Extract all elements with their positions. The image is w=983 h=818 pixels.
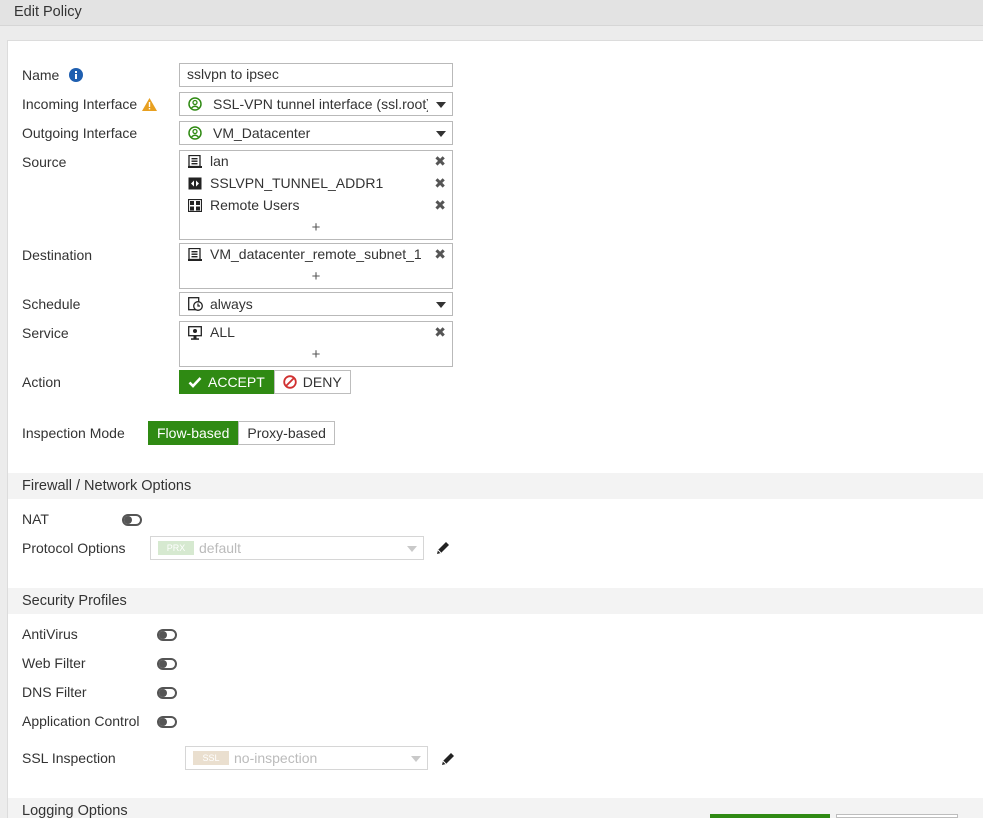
warning-icon — [142, 98, 158, 111]
checkmark-icon — [188, 377, 202, 388]
address-icon — [188, 248, 202, 261]
proxy-based-button[interactable]: Proxy-based — [238, 421, 335, 445]
info-icon[interactable] — [69, 68, 84, 82]
remove-icon[interactable]: ✖ — [434, 153, 446, 170]
firewall-network-options-section: Firewall / Network Options — [8, 473, 983, 499]
add-destination-button[interactable]: + — [180, 266, 452, 288]
protocol-options-label: Protocol Options — [22, 540, 126, 556]
inspection-mode-toggle-group: Flow-based Proxy-based — [148, 421, 335, 445]
application-control-label: Application Control — [22, 713, 140, 729]
user-group-icon — [188, 199, 202, 212]
incoming-interface-select[interactable]: SSL-VPN tunnel interface (ssl.root) — [179, 92, 453, 116]
service-icon — [188, 326, 202, 340]
address-icon — [188, 155, 202, 168]
chevron-down-icon — [436, 302, 446, 308]
add-source-button[interactable]: + — [180, 217, 452, 239]
page-title: Edit Policy — [14, 4, 82, 20]
nat-label: NAT — [22, 511, 49, 527]
source-multiselect[interactable]: lan ✖ SSLVPN_TUNNEL_ADDR1 ✖ Remote Users… — [179, 150, 453, 240]
antivirus-toggle[interactable] — [157, 629, 177, 641]
flow-based-button[interactable]: Flow-based — [148, 421, 239, 445]
cancel-button[interactable] — [836, 814, 958, 818]
policy-form: Name sslvpn to ipsec Incoming Interface … — [7, 40, 983, 818]
remove-icon[interactable]: ✖ — [434, 197, 446, 214]
source-label: Source — [22, 154, 67, 170]
source-item: Remote Users ✖ — [180, 195, 452, 217]
destination-item: VM_datacenter_remote_subnet_1 ✖ — [180, 244, 452, 266]
add-service-button[interactable]: + — [180, 344, 452, 366]
page-header: Edit Policy — [0, 0, 983, 26]
remove-icon[interactable]: ✖ — [434, 246, 446, 263]
security-profiles-section: Security Profiles — [8, 588, 983, 614]
ssl-inspection-select[interactable]: SSL no-inspection — [185, 746, 428, 770]
service-label: Service — [22, 325, 69, 341]
outgoing-interface-label: Outgoing Interface — [22, 125, 138, 141]
destination-label: Destination — [22, 247, 93, 263]
service-item: ALL ✖ — [180, 322, 452, 344]
edit-pencil-icon[interactable] — [440, 751, 456, 767]
web-filter-label: Web Filter — [22, 655, 86, 671]
schedule-label: Schedule — [22, 296, 81, 312]
chevron-down-icon — [436, 102, 446, 108]
tunnel-interface-icon — [188, 97, 202, 111]
dns-filter-label: DNS Filter — [22, 684, 87, 700]
web-filter-toggle[interactable] — [157, 658, 177, 670]
name-input[interactable]: sslvpn to ipsec — [179, 63, 453, 87]
name-label: Name — [22, 67, 84, 83]
antivirus-label: AntiVirus — [22, 626, 78, 642]
chevron-down-icon — [407, 546, 417, 552]
tunnel-interface-icon — [188, 126, 202, 140]
chevron-down-icon — [436, 131, 446, 137]
dns-filter-toggle[interactable] — [157, 687, 177, 699]
service-multiselect[interactable]: ALL ✖ + — [179, 321, 453, 367]
outgoing-interface-select[interactable]: VM_Datacenter — [179, 121, 453, 145]
inspection-mode-label: Inspection Mode — [22, 425, 125, 441]
incoming-interface-label: Incoming Interface — [22, 96, 158, 112]
proxy-tag: PRX — [158, 541, 194, 555]
action-label: Action — [22, 374, 61, 390]
ssl-inspection-label: SSL Inspection — [22, 750, 116, 766]
deny-icon — [283, 375, 297, 389]
schedule-select[interactable]: always — [179, 292, 453, 316]
nat-toggle[interactable] — [122, 514, 142, 526]
ok-button[interactable] — [710, 814, 830, 818]
deny-button[interactable]: DENY — [273, 370, 351, 394]
tunnel-address-icon — [188, 177, 202, 190]
accept-button[interactable]: ACCEPT — [179, 370, 274, 394]
edit-pencil-icon[interactable] — [435, 540, 451, 556]
application-control-toggle[interactable] — [157, 716, 177, 728]
remove-icon[interactable]: ✖ — [434, 324, 446, 341]
destination-multiselect[interactable]: VM_datacenter_remote_subnet_1 ✖ + — [179, 243, 453, 289]
schedule-icon — [188, 297, 203, 311]
protocol-options-select[interactable]: PRX default — [150, 536, 424, 560]
chevron-down-icon — [411, 756, 421, 762]
source-item: SSLVPN_TUNNEL_ADDR1 ✖ — [180, 173, 452, 195]
source-item: lan ✖ — [180, 151, 452, 173]
ssl-tag: SSL — [193, 751, 229, 765]
remove-icon[interactable]: ✖ — [434, 175, 446, 192]
action-toggle-group: ACCEPT DENY — [179, 370, 351, 394]
